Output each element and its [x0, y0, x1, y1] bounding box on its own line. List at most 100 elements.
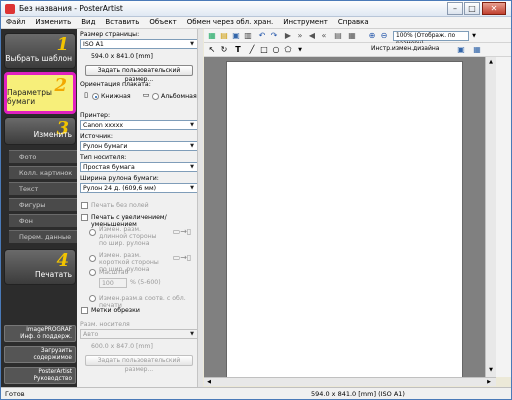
menu-edit[interactable]: Изменить	[30, 17, 76, 27]
user-guide-button[interactable]: PosterArtist Руководство	[4, 367, 76, 384]
new-icon[interactable]: ▦	[207, 31, 217, 41]
select-value: Простая бумага	[83, 164, 135, 171]
step-paper-settings[interactable]: 2 Параметры бумаги	[4, 72, 76, 114]
line-tool-icon[interactable]: ╱	[247, 45, 257, 55]
forward-icon[interactable]: »	[295, 31, 305, 41]
input-value: 100	[102, 280, 114, 287]
design-tool-icon-2[interactable]: ▦	[472, 45, 482, 55]
grid-icon[interactable]: ▦	[347, 31, 357, 41]
design-tool-icon-1[interactable]: ▣	[456, 45, 466, 55]
custom-size-button-disabled[interactable]: Задать пользовательский размер...	[85, 355, 193, 373]
close-button[interactable]: ✕	[482, 2, 506, 15]
crop-marks-label: Метки обрезки	[91, 307, 140, 314]
status-text: Готов	[5, 390, 25, 398]
landscape-radio[interactable]	[152, 93, 159, 100]
scroll-up-icon[interactable]: ▲	[486, 57, 496, 67]
pointer-icon[interactable]: ↖	[207, 45, 217, 55]
media-type-select[interactable]: Простая бумага ▼	[80, 162, 198, 172]
send-back-icon[interactable]: ◀	[307, 31, 317, 41]
select-value: ISO A1	[83, 41, 104, 48]
menu-object[interactable]: Объект	[144, 17, 181, 27]
scale-input[interactable]: 100	[99, 278, 127, 288]
chevron-down-icon: ▼	[190, 143, 194, 149]
sub-item-background[interactable]: Фон	[9, 214, 77, 227]
chevron-down-icon[interactable]: ▼	[469, 31, 479, 41]
sub-item-text[interactable]: Текст	[9, 182, 77, 195]
support-info-button[interactable]: imagePROGRAF Инф. о поддерж.	[4, 325, 76, 342]
roll-width-select[interactable]: Рулон 24 д. (609,6 мм) ▼	[80, 183, 198, 193]
portrait-radio[interactable]	[92, 93, 99, 100]
resize-long-side-radio[interactable]	[89, 229, 96, 236]
scale-radio[interactable]	[89, 269, 96, 276]
step-label: Печатать	[34, 270, 72, 279]
panel-scrollbar[interactable]	[197, 29, 203, 387]
menu-file[interactable]: Файл	[1, 17, 30, 27]
horizontal-scrollbar[interactable]: ◀ ▶	[204, 377, 496, 386]
main-toolbar: ▦ ▤ ▣ ▥ ↶ ↷ ▶ » ◀ « ▤ ▦ ⊕ ⊖ 100% (Отобра…	[204, 29, 511, 47]
undo-icon[interactable]: ↶	[257, 31, 267, 41]
portrait-icon: ▯	[84, 91, 88, 99]
fit-print-area-radio[interactable]	[89, 295, 96, 302]
zoom-in-icon[interactable]: ⊕	[367, 31, 377, 41]
orientation-label: Ориентация плаката:	[80, 81, 151, 88]
align-icon[interactable]: ▤	[333, 31, 343, 41]
open-icon[interactable]: ▤	[219, 31, 229, 41]
button-line: содержимое	[33, 355, 72, 361]
borderless-checkbox[interactable]	[81, 202, 88, 209]
scale-range: % (5-600)	[130, 279, 161, 286]
printer-select[interactable]: Canon xxxxx ▼	[80, 120, 198, 130]
menu-insert[interactable]: Вставить	[100, 17, 144, 27]
scroll-down-icon[interactable]: ▼	[486, 365, 496, 375]
step-label: Параметры бумаги	[7, 88, 52, 106]
resize-short-side-radio[interactable]	[89, 255, 96, 262]
resize-long-side-icon: ▭→▯	[172, 227, 192, 236]
vertical-scrollbar[interactable]: ▲ ▼	[485, 57, 496, 377]
button-line: Загрузить	[40, 348, 72, 354]
source-select[interactable]: Рулон бумаги ▼	[80, 141, 198, 151]
sub-item-photo[interactable]: Фото	[9, 150, 77, 163]
chevron-down-icon[interactable]: ▼	[295, 45, 305, 55]
print-icon[interactable]: ▥	[243, 31, 253, 41]
zoom-out-icon[interactable]: ⊖	[379, 31, 389, 41]
scroll-right-icon[interactable]: ▶	[484, 377, 494, 387]
menu-cloud[interactable]: Обмен через обл. хран.	[182, 17, 279, 27]
step-edit[interactable]: 3 Изменить	[4, 117, 76, 145]
text-tool-icon[interactable]: T	[233, 45, 243, 55]
enlarge-checkbox[interactable]	[81, 214, 88, 221]
bring-front-icon[interactable]: ▶	[283, 31, 293, 41]
menu-bar: Файл Изменить Вид Вставить Объект Обмен через…	[1, 17, 511, 29]
custom-size-button[interactable]: Задать пользовательский размер...	[85, 65, 193, 83]
step-print[interactable]: 4 Печатать	[4, 249, 76, 285]
sub-item-shapes[interactable]: Фигуры	[9, 198, 77, 211]
menu-help[interactable]: Справка	[333, 17, 374, 27]
select-value: Рулон бумаги	[83, 143, 128, 150]
page-size-dims: 594.0 x 841.0 [mm]	[91, 53, 153, 60]
polygon-tool-icon[interactable]: ⬠	[283, 45, 293, 55]
save-icon[interactable]: ▣	[231, 31, 241, 41]
backward-icon[interactable]: «	[319, 31, 329, 41]
download-content-button[interactable]: Загрузить содержимое	[4, 346, 76, 363]
menu-tool[interactable]: Инструмент	[278, 17, 333, 27]
ellipse-tool-icon[interactable]: ○	[271, 45, 281, 55]
redo-icon[interactable]: ↷	[269, 31, 279, 41]
minimize-button[interactable]: –	[447, 2, 463, 15]
media-type-label: Тип носителя:	[80, 154, 127, 161]
step-select-template[interactable]: 1 Выбрать шаблон	[4, 33, 76, 69]
page-size-select[interactable]: ISO A1 ▼	[80, 39, 198, 49]
resize-long-side-label: Измен. разм. длинной стороны по шир. рул…	[99, 226, 157, 247]
maximize-button[interactable]: □	[464, 2, 480, 15]
zoom-select[interactable]: 100% (Отображ. по размеру)	[393, 31, 469, 47]
canvas-area[interactable]	[204, 57, 485, 379]
sub-item-variable-data[interactable]: Перем. данные	[9, 230, 77, 243]
button-line: Инф. о поддерж.	[20, 334, 72, 340]
media-size-select[interactable]: Авто ▼	[80, 329, 198, 339]
crop-marks-checkbox[interactable]	[81, 307, 88, 314]
poster-page[interactable]	[226, 61, 463, 379]
rectangle-tool-icon[interactable]: □	[259, 45, 269, 55]
scroll-left-icon[interactable]: ◀	[204, 377, 214, 387]
menu-view[interactable]: Вид	[76, 17, 100, 27]
sub-item-clipart[interactable]: Колл. картинок	[9, 166, 77, 179]
button-line: Руководство	[33, 376, 72, 382]
rotate-icon[interactable]: ↻	[219, 45, 229, 55]
media-size-label: Разм. носителя	[80, 321, 130, 328]
